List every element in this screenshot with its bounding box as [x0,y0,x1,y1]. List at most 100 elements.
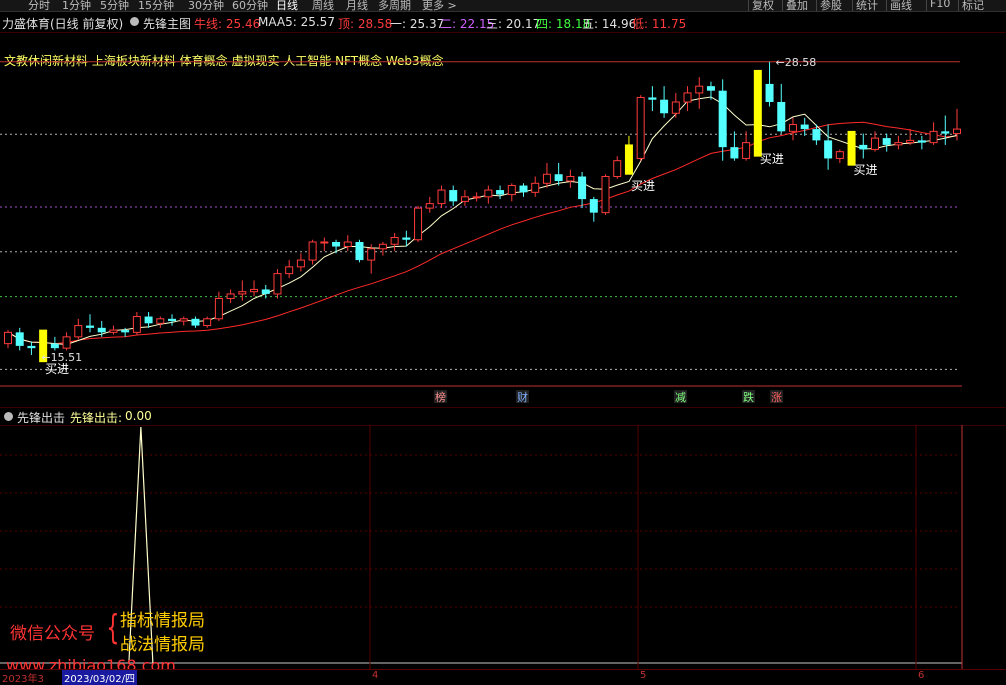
watermark-line1: 指标情报局 [120,611,205,631]
toolbar-button[interactable]: 画线 [890,0,912,11]
indicator-value: 五: 14.96 [582,17,637,31]
candle-body [238,291,247,295]
period-tab[interactable]: 30分钟 [188,0,224,11]
watermark-wechat: 微信公众号 [10,624,95,644]
candle-body [496,190,505,195]
candle-body [250,288,259,293]
candle-body [308,241,317,261]
candle-body [355,242,364,261]
candle-body [273,273,282,295]
candle-body [414,207,423,241]
candle-body [554,174,563,182]
candle-body [800,124,809,130]
buy-label: 买进 [854,163,878,177]
stock-title[interactable]: 力盛体育(日线 前复权) [2,15,123,32]
indicator-value: 顶: 28.58 [338,17,393,31]
candle-body [531,182,540,193]
candle-body [144,316,153,324]
event-marker: 跌 [743,390,754,404]
period-tab[interactable]: 5分钟 [100,0,129,11]
candle-body [695,85,704,94]
period-tab[interactable]: 日线 [276,0,298,11]
buy-label: 买进 [45,362,69,376]
candle-body [589,199,598,213]
candle-body [332,242,341,247]
candle-body [917,140,926,143]
toolbar-button[interactable]: F10 [930,0,950,10]
candle-body [86,325,95,328]
main-kline-chart[interactable]: 买进买进买进买进←28.58←15.51榜财减跌涨 [0,33,1006,407]
ma-red-line [7,121,958,345]
settings-circle-icon[interactable] [130,17,139,26]
period-tab[interactable]: 周线 [312,0,334,11]
event-marker: 财 [517,390,528,404]
watermark-line2: 战法情报局 [120,635,205,655]
candle-body [320,241,329,244]
toolbar-button[interactable]: 叠加 [786,0,808,11]
candle-body [50,343,59,349]
candle-body [812,129,821,141]
candle-body [648,97,657,100]
indicator-name[interactable]: 先锋主图 [143,15,191,32]
candle-body [859,144,868,150]
toolbar-button[interactable]: 复权 [752,0,774,11]
candle-body [566,176,575,182]
date-axis: 2023年3 2023/03/02/四 4 5 6 [0,669,1006,685]
indicator-value: 低: 11.75 [632,17,687,31]
candle-body [425,203,434,209]
period-tab[interactable]: 多周期 [378,0,411,11]
cursor-date: 2023/03/02/四 [62,670,138,685]
candle-body [132,316,141,333]
buy-signal-bar [847,130,856,166]
candle-body [367,248,376,261]
candle-body [941,131,950,134]
sub-indicator-label: 先锋出击: [70,411,123,425]
settings-circle-icon[interactable] [4,412,13,421]
watermark-brace: { [106,608,120,648]
candle-body [179,318,188,322]
period-toolbar: 分时 1分钟 5分钟 15分钟 30分钟 60分钟 日线 周线 月线 多周期 更多 > 复权 叠加 参股 统… [0,0,1006,12]
event-marker: 减 [675,391,686,404]
candle-body [953,128,961,135]
candle-body [4,331,12,345]
low-price-label: ←15.51 [41,351,82,364]
candle-body [191,318,200,326]
candle-body [730,147,739,159]
candle-body [226,293,235,299]
candle-body [121,330,130,333]
candle-body [636,96,645,159]
candle-body [27,345,36,349]
candle-body [788,124,797,132]
month-label: 4 [372,670,379,681]
period-tab[interactable]: 1分钟 [62,0,91,11]
candle-body [882,138,891,145]
period-tab[interactable]: 更多 > [422,0,457,11]
toolbar-button[interactable]: 统计 [856,0,878,11]
toolbar-separator [886,0,887,11]
candle-body [296,259,305,268]
indicator-value: 一: 25.37 [390,17,445,31]
candle-body [660,99,669,114]
candle-body [870,137,879,150]
month-label: 5 [640,670,647,681]
candle-body [261,289,270,294]
candle-body [109,329,118,333]
sub-indicator-name[interactable]: 先锋出击 [17,409,65,426]
toolbar-button[interactable]: 标记 [962,0,984,11]
toolbar-separator [926,0,927,11]
candle-body [15,332,24,346]
buy-signal-bar [753,69,762,157]
period-tab[interactable]: 分时 [28,0,50,11]
indicator-value: MAA5: 25.57 [258,15,335,29]
period-tab[interactable]: 月线 [346,0,368,11]
period-tab[interactable]: 15分钟 [138,0,174,11]
period-tab[interactable]: 60分钟 [232,0,268,11]
candle-body [718,90,727,148]
toolbar-button[interactable]: 参股 [820,0,842,11]
toolbar-separator [748,0,749,11]
candle-body [835,151,844,159]
candle-body [402,237,411,240]
candle-body [765,83,774,102]
candle-body [519,185,528,193]
buy-signal-bar [624,144,633,175]
